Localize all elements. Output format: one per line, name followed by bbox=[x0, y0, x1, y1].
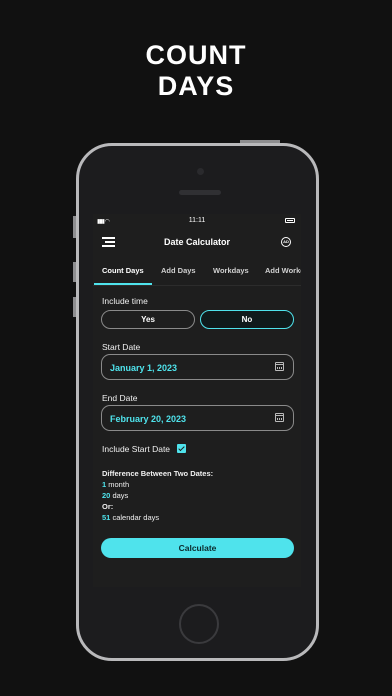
result-days-unit: days bbox=[112, 491, 129, 500]
promo-line-2: DAYS bbox=[157, 71, 235, 101]
side-button-vol-down bbox=[73, 297, 76, 317]
start-date-value: January 1, 2023 bbox=[110, 363, 178, 373]
result-calendar-days-value: 51 bbox=[102, 513, 111, 522]
tab-add-workdays[interactable]: Add Workd bbox=[265, 266, 301, 275]
end-date-field[interactable]: February 20, 2023 bbox=[101, 405, 294, 431]
result-months: 1 month bbox=[102, 480, 129, 489]
status-bar: ▮▮▮ ◠ 11:11 bbox=[93, 214, 301, 228]
result-heading: Difference Between Two Dates: bbox=[102, 469, 214, 478]
promo-line-1: COUNT bbox=[145, 40, 247, 70]
tab-bar: Count Days Add Days Workdays Add Workd bbox=[93, 258, 301, 285]
tab-workdays[interactable]: Workdays bbox=[213, 266, 249, 275]
include-time-yes-button[interactable]: Yes bbox=[101, 310, 195, 329]
result-months-unit: month bbox=[108, 480, 130, 489]
app-screen: ▮▮▮ ◠ 11:11 Date Calculator AD Count Day… bbox=[93, 214, 301, 587]
calendar-icon[interactable] bbox=[275, 413, 284, 422]
include-start-date-checkbox[interactable] bbox=[177, 444, 186, 453]
page-title: Date Calculator bbox=[163, 237, 231, 247]
start-date-field[interactable]: January 1, 2023 bbox=[101, 354, 294, 380]
result-days: 20 days bbox=[102, 491, 128, 500]
calendar-icon[interactable] bbox=[275, 362, 284, 371]
side-button-mute bbox=[73, 216, 76, 238]
remove-ads-icon[interactable]: AD bbox=[281, 237, 291, 247]
promo-headline: COUNT DAYS bbox=[0, 40, 392, 102]
result-calendar-days: 51 calendar days bbox=[102, 513, 159, 522]
end-date-value: February 20, 2023 bbox=[110, 414, 187, 424]
include-start-date-label: Include Start Date bbox=[102, 444, 171, 454]
home-button[interactable] bbox=[179, 604, 219, 644]
tab-add-days[interactable]: Add Days bbox=[161, 266, 196, 275]
battery-icon bbox=[285, 218, 295, 223]
status-time: 11:11 bbox=[188, 217, 206, 224]
tab-count-days[interactable]: Count Days bbox=[102, 266, 144, 275]
start-date-label: Start Date bbox=[102, 342, 141, 352]
include-time-no-button[interactable]: No bbox=[200, 310, 294, 329]
camera-icon bbox=[197, 168, 204, 175]
result-calendar-days-unit: calendar days bbox=[112, 513, 160, 522]
result-or-label: Or: bbox=[102, 502, 114, 511]
result-days-value: 20 bbox=[102, 491, 111, 500]
app-bar: Date Calculator AD bbox=[93, 232, 301, 254]
power-button bbox=[240, 140, 280, 143]
speaker-grille bbox=[179, 190, 221, 195]
divider bbox=[93, 285, 301, 286]
side-button-vol-up bbox=[73, 262, 76, 282]
end-date-label: End Date bbox=[102, 393, 138, 403]
include-time-label: Include time bbox=[102, 296, 148, 306]
calculate-button[interactable]: Calculate bbox=[101, 538, 294, 558]
result-months-value: 1 bbox=[102, 480, 107, 489]
